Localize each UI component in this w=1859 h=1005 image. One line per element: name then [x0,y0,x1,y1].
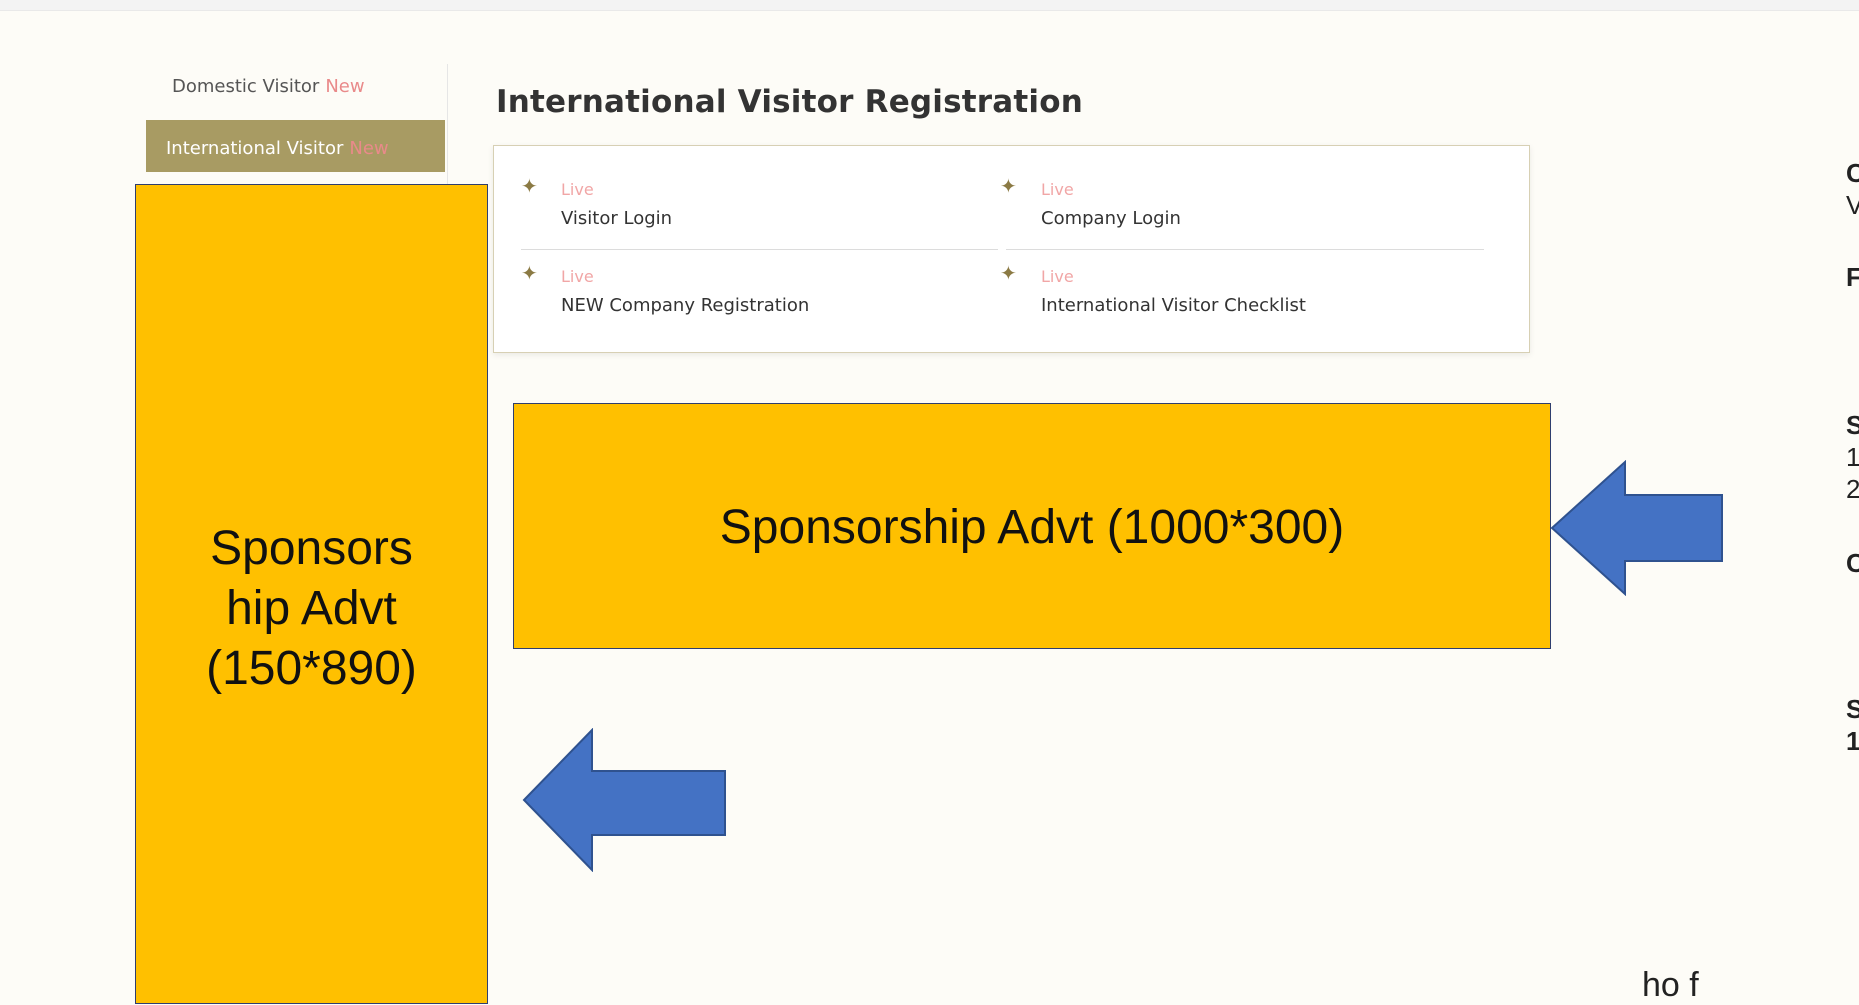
link-label: Company Login [1041,208,1181,229]
left-arrow-icon [1550,460,1723,596]
sidebar-item-international-visitor[interactable]: International Visitor New [146,120,445,172]
sponsorship-ad-vertical[interactable]: Sponsors hip Advt (150*890) [135,184,488,1004]
link-label: NEW Company Registration [561,295,810,316]
new-badge: New [325,76,365,97]
page-title: International Visitor Registration [496,84,1084,120]
ad-vertical-label: Sponsors hip Advt (150*890) [136,519,487,699]
cropped-text: S [1846,694,1859,724]
ad-banner-label: Sponsorship Advt (1000*300) [719,501,1345,554]
cropped-text: V [1846,190,1859,220]
divider [521,249,998,250]
sidebar-item-label: International Visitor [166,138,344,159]
divider [1006,249,1484,250]
ad-vertical-line-3: (150*890) [206,642,417,695]
left-arrow-icon [522,728,726,872]
cropped-text: 2 [1846,474,1859,504]
live-status: Live [1041,267,1074,286]
cropped-text: 1 [1846,726,1859,756]
cropped-text: C [1846,158,1859,188]
live-status: Live [561,180,594,199]
ad-vertical-line-1: Sponsors [210,522,413,575]
cropped-text: S [1846,410,1859,440]
sidebar-menu: Domestic Visitor New International Visito… [142,64,448,184]
live-status: Live [1041,180,1074,199]
cropped-text: F [1846,262,1859,292]
cropped-text: 1 [1846,442,1859,472]
sidebar-item-domestic-visitor[interactable]: Domestic Visitor New [172,76,365,97]
sparkle-icon: ✦ [521,176,538,198]
link-label: International Visitor Checklist [1041,295,1306,316]
sponsorship-ad-banner[interactable]: Sponsorship Advt (1000*300) [513,403,1551,649]
ad-vertical-line-2: hip Advt [226,582,397,635]
cropped-text: C [1846,548,1859,578]
cropped-text: ho f [1642,966,1699,1004]
registration-links-card: ✦ Live Visitor Login ✦ Live Company Logi… [493,145,1530,353]
link-label: Visitor Login [561,208,673,229]
sparkle-icon: ✦ [521,263,538,285]
sidebar-item-label: Domestic Visitor [172,76,320,97]
live-status: Live [561,267,594,286]
sparkle-icon: ✦ [1000,263,1017,285]
sparkle-icon: ✦ [1000,176,1017,198]
new-badge: New [349,138,389,159]
top-border [0,0,1859,11]
